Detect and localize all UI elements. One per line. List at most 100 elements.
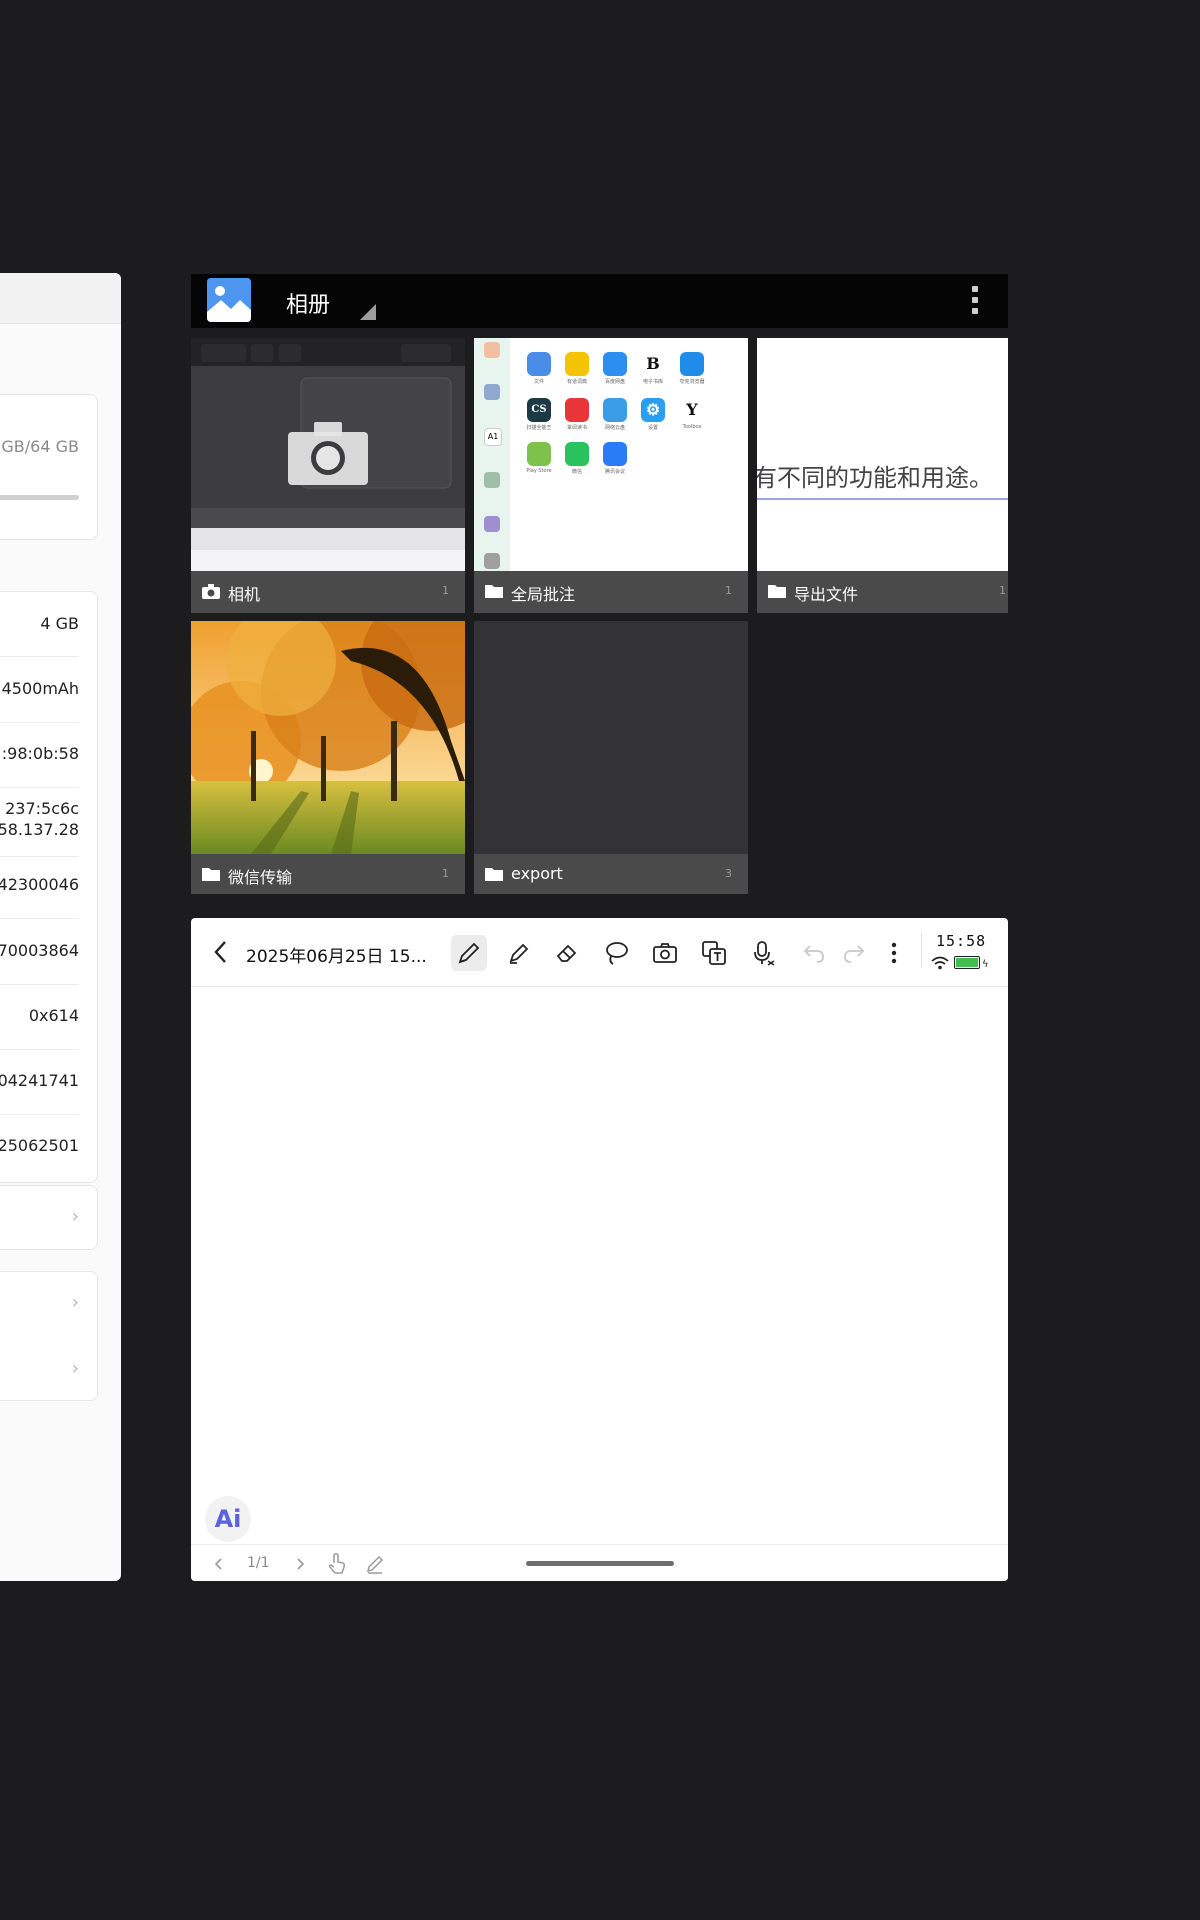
ai-assistant-button[interactable]: Ai: [205, 1496, 251, 1542]
app-icon-glyph: [527, 352, 551, 376]
album-caption: 相机 1: [191, 571, 465, 613]
app-icon-glyph: Y: [680, 398, 704, 422]
eraser-icon: [556, 944, 577, 962]
app-icon: 文件: [524, 352, 554, 385]
info-row-mac: :98:0b:58: [1, 744, 79, 763]
divider: [0, 722, 79, 723]
gallery-title[interactable]: 相册: [286, 287, 330, 319]
undo-button[interactable]: [796, 935, 832, 971]
album-count: 1: [442, 867, 449, 880]
album-tile-wechat-transfer[interactable]: 微信传输 1: [191, 621, 465, 894]
info-row-version: 04241741: [0, 1071, 79, 1090]
insert-text-button[interactable]: [696, 935, 732, 971]
album-name: 微信传输: [228, 868, 293, 887]
app-icon-glyph: [565, 442, 589, 466]
note-title[interactable]: 2025年06月25日 15...: [246, 942, 427, 967]
album-tile-exported-files[interactable]: 有不同的功能和用途。 导出文件 1: [757, 338, 1008, 613]
info-row-hex: 0x614: [28, 1006, 79, 1025]
app-icon: 网络云盘: [600, 398, 630, 431]
app-icon: ⚙ 设置: [638, 398, 668, 431]
camera-icon: [288, 422, 368, 485]
chevron-right-icon: ›: [71, 1358, 79, 1379]
info-row-ipv4: 58.137.28: [0, 820, 79, 839]
album-name: 导出文件: [794, 585, 859, 604]
nav-group-1[interactable]: ›: [0, 1185, 98, 1250]
app-icon-glyph: B: [641, 352, 665, 376]
app-icon-label: 百度网盘: [604, 379, 625, 385]
album-name: 相机: [228, 585, 261, 604]
chevron-right-icon: ›: [71, 1292, 79, 1313]
camera-icon: [202, 584, 220, 599]
app-icon-glyph: ⚙: [641, 398, 665, 422]
divider: [0, 656, 79, 657]
previous-page-icon[interactable]: [213, 1556, 225, 1572]
camera-button[interactable]: [647, 935, 683, 971]
writing-canvas[interactable]: [191, 987, 1008, 1543]
album-caption: 导出文件 1: [757, 571, 1008, 613]
text-box-icon: [702, 941, 726, 965]
app-icon-glyph: [565, 352, 589, 376]
info-row-ram: 4 GB: [40, 614, 79, 633]
info-row-ipv6: 237:5c6c: [5, 799, 79, 818]
album-tile-export[interactable]: export 3: [474, 621, 748, 894]
settings-topbar: [0, 273, 121, 324]
lasso-icon: [606, 942, 628, 965]
settings-card[interactable]: GB/64 GB 4 GB 4500mAh :98:0b:58 237:5c6c…: [0, 273, 121, 1581]
chevron-right-icon: ›: [71, 1206, 79, 1227]
app-icon-glyph: [603, 442, 627, 466]
pen-mode-icon[interactable]: [365, 1554, 385, 1574]
album-count: 1: [999, 584, 1006, 597]
app-icon-glyph: [527, 442, 551, 466]
app-icon: 腾讯会议: [600, 442, 630, 475]
dropdown-corner-icon[interactable]: [360, 304, 376, 320]
nav-group-2[interactable]: › ›: [0, 1271, 98, 1401]
status-time: 15:58: [936, 932, 987, 950]
charging-icon: ϟ: [982, 959, 989, 970]
album-tile-camera[interactable]: 相机 1: [191, 338, 465, 613]
next-page-icon[interactable]: [294, 1556, 306, 1572]
album-count: 3: [725, 867, 732, 880]
app-icon: 百度网盘: [600, 352, 630, 385]
app-icon: B 电子书库: [638, 352, 668, 385]
app-icon: 微信: [562, 442, 592, 475]
app-icon-glyph: [565, 398, 589, 422]
pen-tool-button[interactable]: [451, 935, 487, 971]
app-icon-label: 有道词典: [566, 379, 587, 385]
highlighter-tool-button[interactable]: [501, 935, 537, 971]
more-options-button[interactable]: [876, 935, 912, 971]
voice-input-button[interactable]: [745, 935, 781, 971]
lasso-tool-button[interactable]: [598, 935, 634, 971]
hand-touch-icon[interactable]: [327, 1553, 347, 1575]
redo-button[interactable]: [836, 935, 872, 971]
more-options-icon[interactable]: [972, 286, 978, 316]
divider: [0, 984, 79, 985]
eraser-tool-button[interactable]: [549, 935, 585, 971]
app-icon: CS 扫描全能王: [524, 398, 554, 431]
app-icon-label: 夸克浏览器: [679, 379, 705, 385]
back-icon[interactable]: [211, 938, 231, 966]
gallery-window[interactable]: 相册 相机 1 A1 文件 有道词典 百度网盘 B 电子书库 夸克浏览器 CS …: [191, 274, 1008, 894]
app-icon-label: 扫描全能王: [526, 425, 552, 431]
notes-toolbar: 2025年06月25日 15... 15:58 ϟ: [191, 918, 1008, 987]
app-icon: Y Toolbox: [677, 398, 707, 430]
app-icon-label: 微信: [571, 469, 582, 475]
gallery-app-icon[interactable]: [207, 278, 251, 322]
notes-window[interactable]: 2025年06月25日 15... 15:58 ϟ Ai 1/1: [191, 918, 1008, 1581]
app-icon-label: 电子书库: [642, 379, 663, 385]
info-row-serial: 42300046: [0, 875, 79, 894]
info-row-build: 25062501: [0, 1136, 79, 1155]
folder-icon: [485, 585, 503, 598]
home-indicator-bar[interactable]: [526, 1561, 674, 1566]
gallery-header: 相册: [191, 274, 1008, 328]
underline: [757, 498, 1008, 500]
notes-footer: 1/1: [191, 1544, 1008, 1581]
album-thumbnail: 有不同的功能和用途。: [757, 338, 1008, 571]
app-icon-label: Play Store: [526, 468, 552, 474]
folder-icon: [202, 868, 220, 881]
album-count: 1: [725, 584, 732, 597]
album-count: 1: [442, 584, 449, 597]
album-tile-global-annotation[interactable]: A1 文件 有道词典 百度网盘 B 电子书库 夸克浏览器 CS 扫描全能王 掌阅读书 网络云盘 ⚙ 设…: [474, 338, 748, 613]
info-row-battery: 4500mAh: [1, 679, 79, 698]
device-info-group: 4 GB 4500mAh :98:0b:58 237:5c6c 58.137.2…: [0, 591, 98, 1183]
app-icon: 掌阅读书: [562, 398, 592, 431]
